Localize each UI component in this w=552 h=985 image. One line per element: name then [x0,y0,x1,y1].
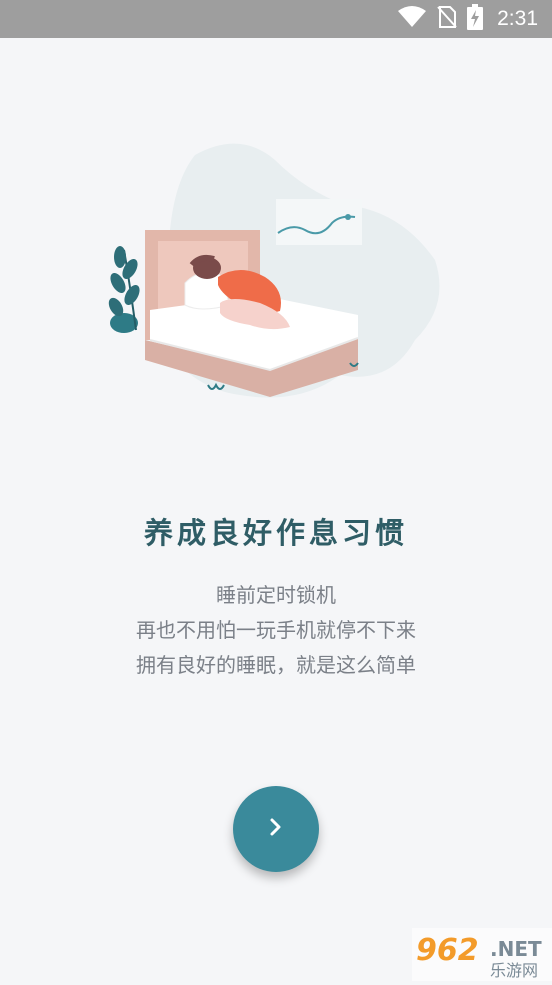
next-button[interactable] [233,786,319,872]
status-time: 2:31 [497,7,538,30]
description: 睡前定时锁机 再也不用怕一玩手机就停不下来 拥有良好的睡眠，就是这么简单 [0,578,552,683]
description-line: 拥有良好的睡眠，就是这么简单 [136,653,416,677]
description-line: 睡前定时锁机 [216,583,336,607]
status-bar: 2:31 [0,0,552,38]
watermark-suffix: .NET [490,937,542,961]
chevron-right-icon [268,816,284,842]
sleep-illustration [100,135,450,415]
watermark-logo: 962 .NET 乐游网 [412,928,552,981]
wifi-icon [397,5,427,33]
battery-charging-icon [467,4,484,34]
description-line: 再也不用怕一玩手机就停不下来 [136,618,416,642]
status-icons: 2:31 [397,0,538,38]
watermark-number: 962 [416,933,479,968]
page-title: 养成良好作息习惯 [143,516,408,550]
no-sim-icon [437,5,457,33]
watermark-subtitle: 乐游网 [490,961,538,980]
